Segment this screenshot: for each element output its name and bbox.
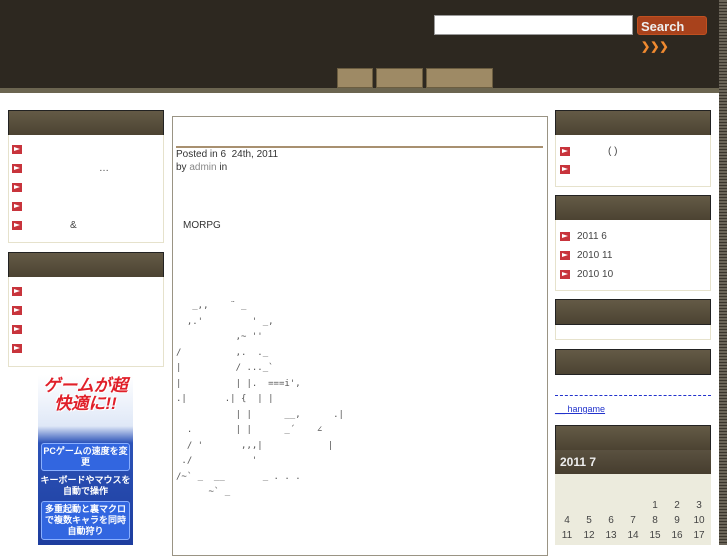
ascii-art-line: ./ ' [176,456,258,466]
archives-header [555,195,711,221]
ascii-art-line: /~` _ __ _ . . . [176,471,301,482]
bullet-flag-icon [12,163,22,173]
links-header [555,349,711,375]
list-item[interactable] [12,201,152,213]
list-item[interactable] [12,182,152,194]
list-item[interactable]: … [12,163,152,175]
ascii-art-line: ~` _ [176,487,231,497]
search-button-label: Search [641,19,685,34]
list-item[interactable] [12,343,29,355]
list-item[interactable] [560,164,577,176]
archive-item[interactable]: 2011 6 [560,231,607,243]
post-body-text: MORPG [183,220,221,231]
bullet-flag-icon [12,305,22,315]
calendar-caption: 2011 7 [555,450,711,474]
ascii-art-line: . | | _´ ∠ [176,425,323,435]
game-tool-banner-ad[interactable]: ゲームが超快適に!! PCゲームの速度を変更 キーボードやマウスを自動で操作 多… [38,375,133,545]
ascii-art-line: ,~ '' [176,332,263,342]
calendar-day[interactable]: 2 [667,500,687,511]
calendar-day[interactable]: 10 [689,515,709,526]
bullet-flag-icon [12,286,22,296]
ascii-art-line: | / ..._` [176,363,274,373]
calendar-day[interactable]: 1 [645,500,665,511]
ascii-art-line: / ' ,,,| | [176,440,334,451]
ascii-art-line: .| .| { | | [176,394,274,404]
bullet-flag-icon [12,343,22,353]
calendar-day[interactable]: 16 [667,530,687,541]
ascii-art-line: | | |. ===i', [176,378,301,389]
page-edge-pattern [719,0,727,545]
bullet-flag-icon [560,164,570,174]
calendar-day[interactable]: 8 [645,515,665,526]
list-item[interactable] [12,286,29,298]
nav-tab-2[interactable] [376,68,423,88]
left-widget1-header [8,110,164,136]
nav-tab-1[interactable] [337,68,373,88]
bullet-flag-icon [12,220,22,230]
bullet-flag-icon [560,269,570,279]
nav-tab-3[interactable] [426,68,493,88]
calendar-day[interactable]: 4 [557,515,577,526]
ascii-art-line: / ,. ._ [176,347,269,358]
bullet-flag-icon [12,144,22,154]
ascii-art-line: | | __, .| [176,409,344,420]
calendar-day[interactable]: 12 [579,530,599,541]
calendar-day[interactable]: 9 [667,515,687,526]
bullet-flag-icon [560,231,570,241]
calendar-day[interactable]: 6 [601,515,621,526]
link-item[interactable] [555,390,711,396]
header-divider [0,88,719,93]
ascii-art-line: ,.' ' _, [176,316,274,327]
triple-chevron-right-icon: ❯❯❯ [641,41,669,53]
list-item[interactable] [12,324,29,336]
bullet-flag-icon [560,146,570,156]
banner-line: PCゲームの速度を変更 [41,443,130,471]
left-widget2-body [8,277,164,367]
bullet-flag-icon [12,324,22,334]
calendar-day[interactable]: 15 [645,530,665,541]
calendar-day[interactable]: 17 [689,530,709,541]
archive-item[interactable]: 2010 10 [560,269,613,281]
bullet-flag-icon [12,182,22,192]
banner-line: キーボードやマウスを自動で操作 [40,475,131,496]
post-date: Posted in 6 24th, 2011 [176,149,279,160]
archive-item[interactable]: 2010 11 [560,250,612,262]
calendar-header [555,425,711,451]
list-item[interactable] [12,144,152,156]
calendar-day[interactable]: 14 [623,530,643,541]
post-byline: by admin in [176,162,228,173]
list-item[interactable]: ( ) [560,146,617,158]
banner-line: 多重起動と裏マクロで複数キャラを同時自動狩り [41,501,130,540]
link-hangame[interactable]: __ hangame [555,404,605,414]
calendar-day[interactable]: 5 [579,515,599,526]
right-widget1-header [555,110,711,136]
right-widget3-body [555,325,711,340]
ascii-art-line: _,, ¨ _ [176,301,247,311]
calendar-day[interactable]: 11 [557,530,577,541]
right-widget1-body [555,135,711,187]
author-link[interactable]: admin [189,162,216,173]
list-item[interactable] [12,305,29,317]
search-button[interactable]: Search ❯❯❯ [637,16,707,53]
bullet-flag-icon [560,250,570,260]
title-divider [176,146,543,148]
bullet-flag-icon [12,201,22,211]
right-widget3-header [555,299,711,325]
calendar-day[interactable]: 13 [601,530,621,541]
calendar-day[interactable]: 7 [623,515,643,526]
search-input[interactable] [434,15,633,35]
calendar-day[interactable]: 3 [689,500,709,511]
left-widget2-header [8,252,164,278]
banner-headline: ゲームが超快適に!! [43,376,128,413]
list-item[interactable]: & [12,220,152,232]
